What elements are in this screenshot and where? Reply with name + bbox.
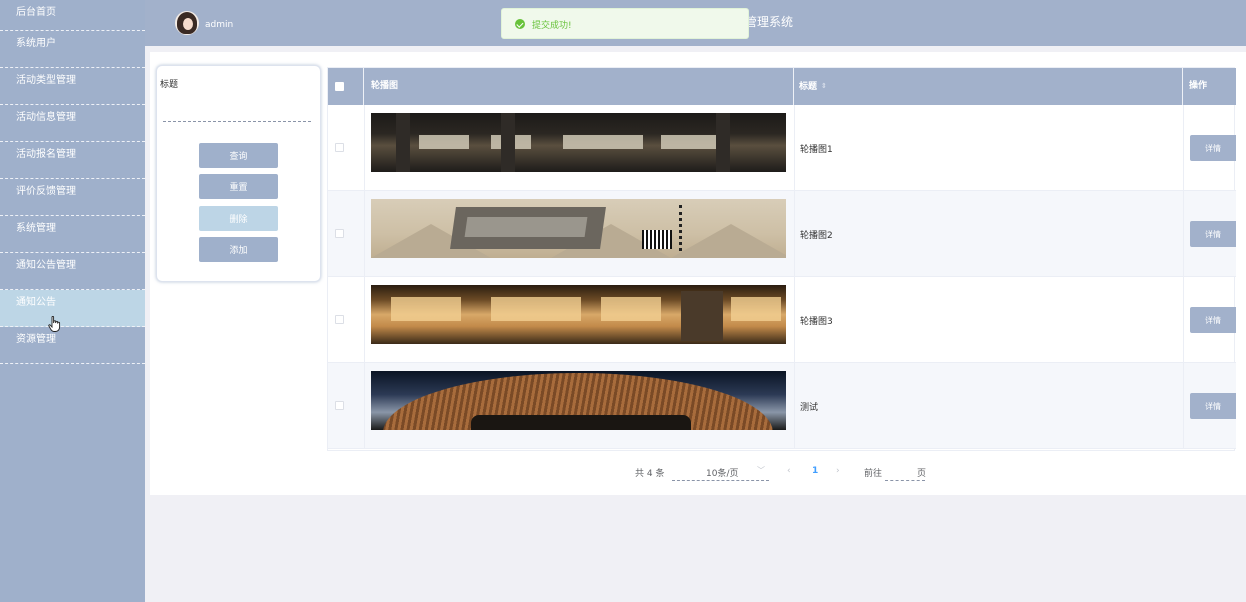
main-content: 标题 查询 重置 删除 添加 轮播图 标题 ⇕ 操作 轮播图1 详情 轮播图2 … xyxy=(150,52,1246,495)
row-title: 轮播图3 xyxy=(800,317,833,327)
row-title: 轮播图2 xyxy=(800,231,833,241)
sidebar-item-system-users[interactable]: 系统用户 xyxy=(0,31,145,68)
pagination-total: 共 4 条 xyxy=(635,469,665,479)
column-header-title[interactable]: 标题 ⇕ xyxy=(794,68,1183,105)
table-row: 轮播图1 详情 xyxy=(328,105,1236,191)
chevron-down-icon: ﹀ xyxy=(757,466,765,475)
table-row: 轮播图2 详情 xyxy=(328,191,1236,277)
avatar[interactable] xyxy=(175,11,199,35)
detail-button[interactable]: 详情 xyxy=(1190,221,1236,247)
prev-page-icon[interactable]: ‹ xyxy=(787,466,791,476)
table-row: 测试 详情 xyxy=(328,363,1236,449)
next-page-icon[interactable]: › xyxy=(836,466,840,476)
row-title: 测试 xyxy=(800,403,819,413)
title-search-input[interactable] xyxy=(163,104,311,122)
qr-code-icon xyxy=(642,230,672,249)
success-toast: 提交成功! xyxy=(501,8,749,39)
search-panel: 标题 查询 重置 删除 添加 xyxy=(156,65,321,282)
system-title: 管理系统 xyxy=(745,15,794,29)
carousel-image-thumbnail xyxy=(371,113,786,172)
row-checkbox[interactable] xyxy=(335,143,344,152)
table-row: 轮播图3 详情 xyxy=(328,277,1236,363)
toast-message: 提交成功! xyxy=(532,21,572,31)
sidebar-item-activity-signup[interactable]: 活动报名管理 xyxy=(0,142,145,179)
carousel-image-thumbnail xyxy=(371,371,786,430)
sidebar-item-activity-info[interactable]: 活动信息管理 xyxy=(0,105,145,142)
title-field-label: 标题 xyxy=(160,80,179,90)
sort-icon[interactable]: ⇕ xyxy=(821,68,827,105)
check-circle-icon xyxy=(515,19,525,29)
table-header: 轮播图 标题 ⇕ 操作 xyxy=(328,68,1236,105)
carousel-image-thumbnail xyxy=(371,199,786,258)
column-header-image: 轮播图 xyxy=(364,68,794,105)
carousel-image-thumbnail xyxy=(371,285,786,344)
row-checkbox[interactable] xyxy=(335,315,344,324)
username: admin xyxy=(205,20,234,30)
sidebar-item-notice-manage[interactable]: 通知公告管理 xyxy=(0,253,145,290)
goto-label: 前往 xyxy=(864,469,883,479)
query-button[interactable]: 查询 xyxy=(199,143,278,168)
page-size-select[interactable]: 10条/页 ﹀ xyxy=(672,463,769,481)
reset-button[interactable]: 重置 xyxy=(199,174,278,199)
detail-button[interactable]: 详情 xyxy=(1190,393,1236,419)
row-checkbox[interactable] xyxy=(335,229,344,238)
delete-button[interactable]: 删除 xyxy=(199,206,278,231)
sidebar-item-system-manage[interactable]: 系统管理 xyxy=(0,216,145,253)
page-unit-label: 页 xyxy=(917,469,927,479)
sidebar: 后台首页 系统用户 活动类型管理 活动信息管理 活动报名管理 评价反馈管理 系统… xyxy=(0,0,145,602)
column-header-operation: 操作 xyxy=(1189,81,1208,91)
sidebar-item-resources[interactable]: 资源管理 xyxy=(0,327,145,364)
row-checkbox[interactable] xyxy=(335,401,344,410)
sidebar-item-home[interactable]: 后台首页 xyxy=(0,0,145,31)
add-button[interactable]: 添加 xyxy=(199,237,278,262)
detail-button[interactable]: 详情 xyxy=(1190,307,1236,333)
data-table: 轮播图 标题 ⇕ 操作 轮播图1 详情 轮播图2 详情 轮播图3 详情 测试 详… xyxy=(327,67,1236,451)
row-title: 轮播图1 xyxy=(800,145,833,155)
page-number-current[interactable]: 1 xyxy=(812,466,818,476)
sidebar-item-activity-types[interactable]: 活动类型管理 xyxy=(0,68,145,105)
sidebar-item-feedback[interactable]: 评价反馈管理 xyxy=(0,179,145,216)
pagination: 共 4 条 10条/页 ﹀ ‹ 1 › 前往 页 xyxy=(150,463,1246,483)
sidebar-item-notice[interactable]: 通知公告 xyxy=(0,290,145,332)
detail-button[interactable]: 详情 xyxy=(1190,135,1236,161)
select-all-checkbox[interactable] xyxy=(335,82,344,91)
